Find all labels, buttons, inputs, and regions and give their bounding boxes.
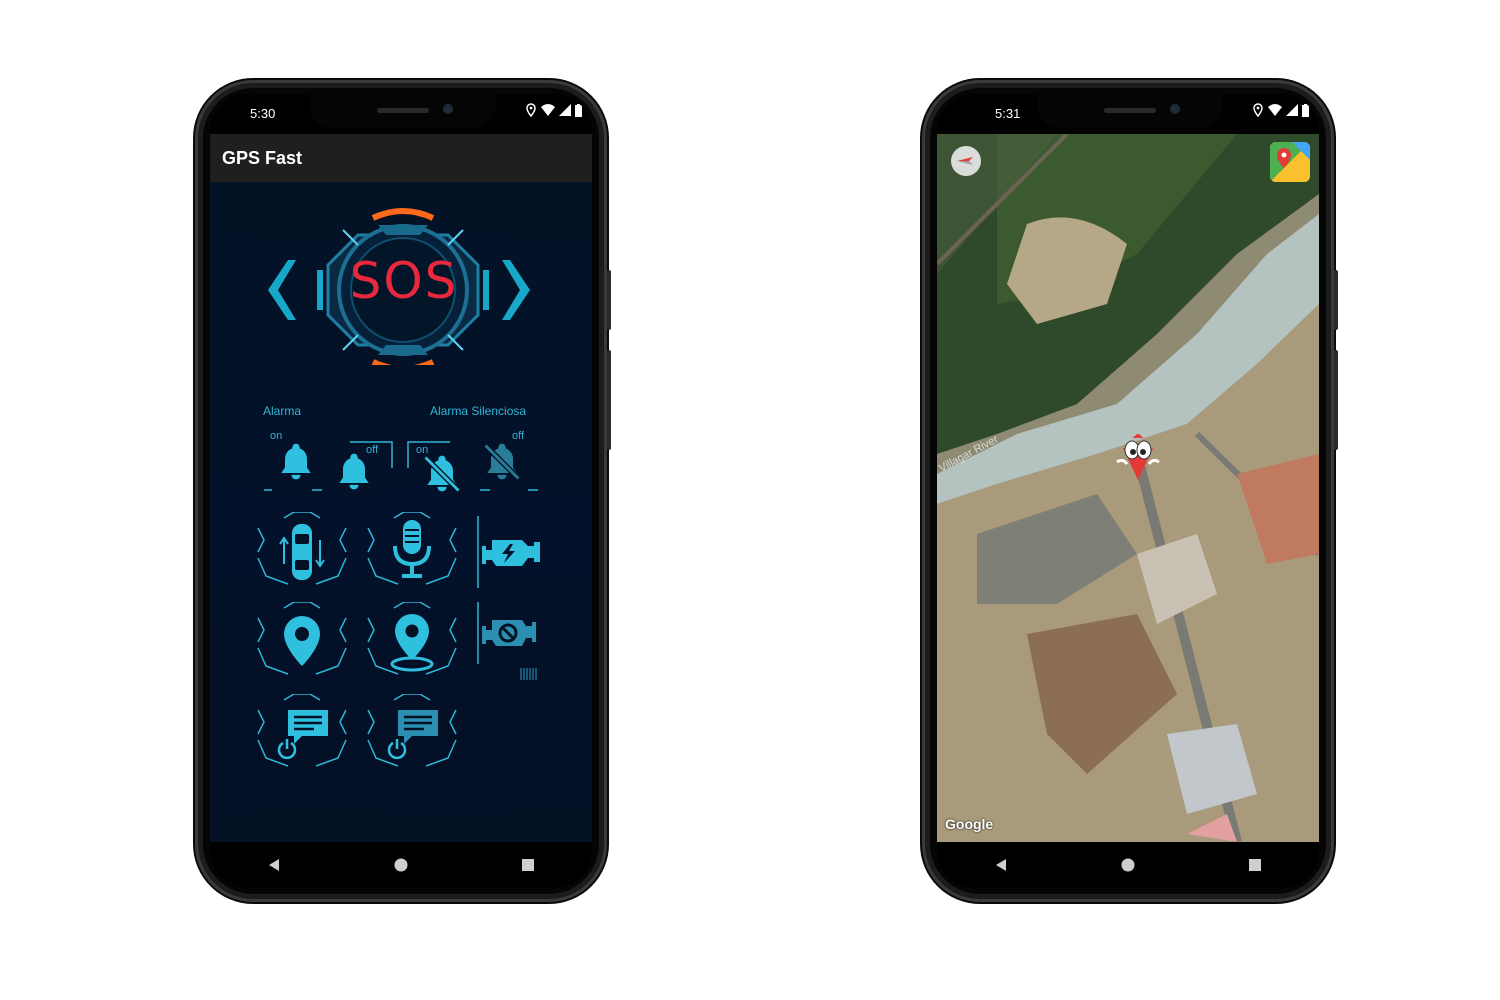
status-icons	[525, 103, 582, 117]
barcode-decoration	[520, 668, 537, 680]
camera	[1170, 104, 1180, 114]
frame-bracket	[480, 489, 538, 491]
recents-icon[interactable]	[521, 858, 535, 872]
bell-icon	[281, 443, 311, 480]
home-icon[interactable]	[1121, 858, 1135, 872]
sos-button[interactable]: SOS	[336, 252, 472, 312]
bell-off-icon	[483, 443, 521, 481]
satellite-map[interactable]: Villagar River Google	[937, 134, 1319, 842]
map-pin-icon	[390, 614, 434, 672]
side-button	[607, 350, 611, 450]
engine-on-button[interactable]	[474, 512, 548, 592]
phone-right: 5:31 Villagar River Google	[922, 80, 1338, 902]
app-bar: GPS Fast	[210, 134, 592, 182]
microphone-icon	[393, 520, 431, 578]
power-icon	[277, 739, 297, 760]
alarm-on-button[interactable]: on	[262, 430, 324, 492]
frame-bracket	[264, 489, 322, 491]
alarm-label: Alarma	[263, 404, 302, 418]
car-icon	[279, 524, 325, 580]
speaker	[1104, 108, 1156, 113]
bell-off-icon	[423, 455, 461, 493]
side-button	[1334, 270, 1338, 330]
chevron-right-icon[interactable]	[502, 260, 530, 320]
map-watermark: Google	[945, 816, 994, 832]
status-time: 5:31	[995, 106, 1021, 121]
status-icons	[1252, 103, 1309, 117]
silent-alarm-label: Alarma Silenciosa	[430, 404, 527, 418]
phone-right-screen: 5:31 Villagar River Google	[937, 94, 1319, 888]
map-pin-icon	[1116, 433, 1160, 480]
dashboard: SOS Alarma Alarma Silenciosa on off on o…	[210, 182, 592, 842]
car-lock-button[interactable]	[254, 512, 350, 588]
back-icon[interactable]	[267, 858, 281, 872]
location-icon	[526, 103, 536, 117]
speaker	[377, 108, 429, 113]
vehicle-marker[interactable]	[1113, 433, 1163, 484]
microphone-button[interactable]	[364, 512, 460, 588]
side-button	[607, 270, 611, 330]
back-icon[interactable]	[994, 858, 1008, 872]
signal-icon	[559, 104, 571, 116]
compass-icon	[957, 157, 973, 165]
sms-on-button[interactable]	[254, 694, 350, 770]
power-icon	[387, 739, 407, 760]
map-pin-icon	[284, 616, 320, 666]
battery-icon	[1302, 103, 1309, 117]
home-icon[interactable]	[394, 858, 408, 872]
wifi-icon	[1268, 104, 1282, 116]
location-icon	[1253, 103, 1263, 117]
bell-icon	[339, 453, 369, 490]
wifi-icon	[541, 104, 555, 116]
app-title: GPS Fast	[222, 148, 303, 168]
signal-icon	[1286, 104, 1298, 116]
sms-off-button[interactable]	[364, 694, 460, 770]
camera	[443, 104, 453, 114]
notch	[310, 94, 496, 128]
phone-left-screen: 5:30 GPS Fast SOS Alarma Alarma Silencio…	[210, 94, 592, 888]
sos-label: SOS	[349, 252, 459, 310]
engine-off-button[interactable]	[474, 598, 548, 682]
status-bar: 5:31	[937, 94, 1319, 134]
battery-icon	[575, 103, 582, 117]
open-maps-button[interactable]	[1270, 142, 1310, 182]
satellite-imagery	[937, 134, 1319, 842]
phone-left: 5:30 GPS Fast SOS Alarma Alarma Silencio…	[195, 80, 611, 902]
status-bar: 5:30	[210, 94, 592, 134]
location-button[interactable]	[254, 602, 350, 678]
compass-button[interactable]	[951, 146, 981, 176]
location-tracking-button[interactable]	[364, 602, 460, 678]
chevron-left-icon[interactable]	[268, 260, 296, 320]
notch	[1037, 94, 1223, 128]
engine-on-icon	[482, 534, 540, 566]
recents-icon[interactable]	[1248, 858, 1262, 872]
navigation-bar	[937, 842, 1319, 888]
alarm-off-button[interactable]: off	[332, 440, 394, 502]
maps-app-icon	[1270, 142, 1310, 182]
status-time: 5:30	[250, 106, 276, 121]
engine-off-icon	[482, 614, 536, 646]
silent-alarm-off-button[interactable]: off	[478, 430, 540, 492]
silent-alarm-on-button[interactable]: on	[406, 440, 468, 502]
navigation-bar	[210, 842, 592, 888]
side-button	[1334, 350, 1338, 450]
